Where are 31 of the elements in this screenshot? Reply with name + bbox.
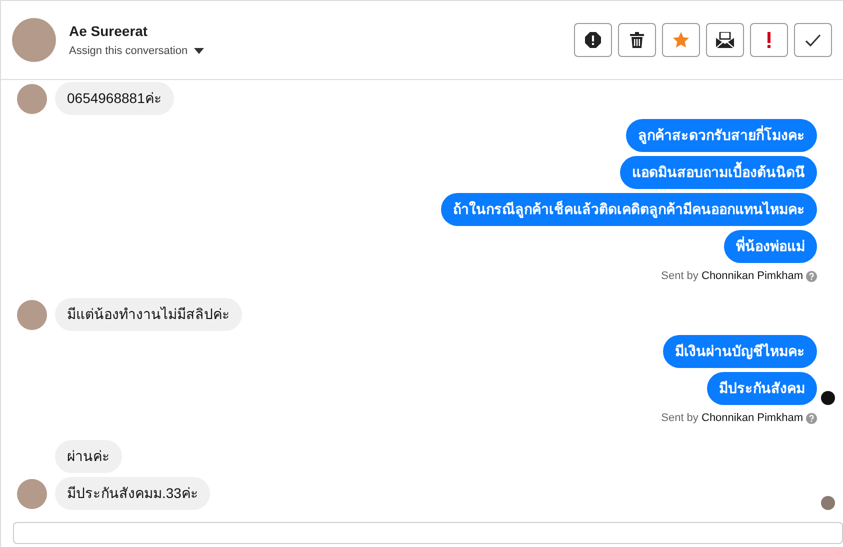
- check-button[interactable]: [794, 23, 832, 57]
- message-bubble: ผ่านค่ะ: [55, 440, 122, 473]
- message-bubble: มีประกันสังคม: [707, 372, 817, 405]
- alert-button[interactable]: [574, 23, 612, 57]
- message-bubble: มีเงินผ่านบัญชีไหมคะ: [663, 335, 817, 368]
- caret-icon: [194, 48, 204, 54]
- alert-icon: [585, 32, 601, 48]
- message-bubble: พี่น้องพ่อแม่: [724, 230, 817, 263]
- mail-button[interactable]: [706, 23, 744, 57]
- message-bubble: แอดมินสอบถามเบื้องต้นนิดนึ: [620, 156, 817, 189]
- exclaim-button[interactable]: [750, 23, 788, 57]
- envelope-icon: [716, 32, 734, 48]
- message-input[interactable]: [13, 522, 843, 544]
- sent-by-label: Sent by Chonnikan Pimkham: [661, 412, 803, 424]
- message-bubble: 0654968881ค่ะ: [55, 82, 174, 115]
- sent-by-label: Sent by Chonnikan Pimkham: [661, 270, 803, 282]
- star-icon: [673, 32, 689, 48]
- trash-button[interactable]: [618, 23, 656, 57]
- profile-avatar: [12, 18, 56, 62]
- message-bubble: มีแต่น้องทำงานไม่มีสลิปค่ะ: [55, 298, 242, 331]
- message-bubble: ถ้าในกรณีลูกค้าเช็คแล้วติดเคดิตลูกค้ามีคนออกแทนไหมคะ: [441, 193, 817, 226]
- message-bubble: มีประกันสังคมม.33ค่ะ: [55, 477, 210, 510]
- exclamation-icon: [767, 32, 771, 48]
- check-icon: [805, 34, 821, 46]
- help-icon: [806, 412, 817, 424]
- help-icon: [806, 270, 817, 282]
- trash-icon: [630, 32, 644, 48]
- message-bubble: ลูกค้าสะดวกรับสายกี่โมงคะ: [626, 119, 817, 152]
- contact-name: Ae Sureerat: [69, 23, 149, 39]
- star-button[interactable]: [662, 23, 700, 57]
- assign-dropdown[interactable]: Assign this conversation: [69, 45, 204, 57]
